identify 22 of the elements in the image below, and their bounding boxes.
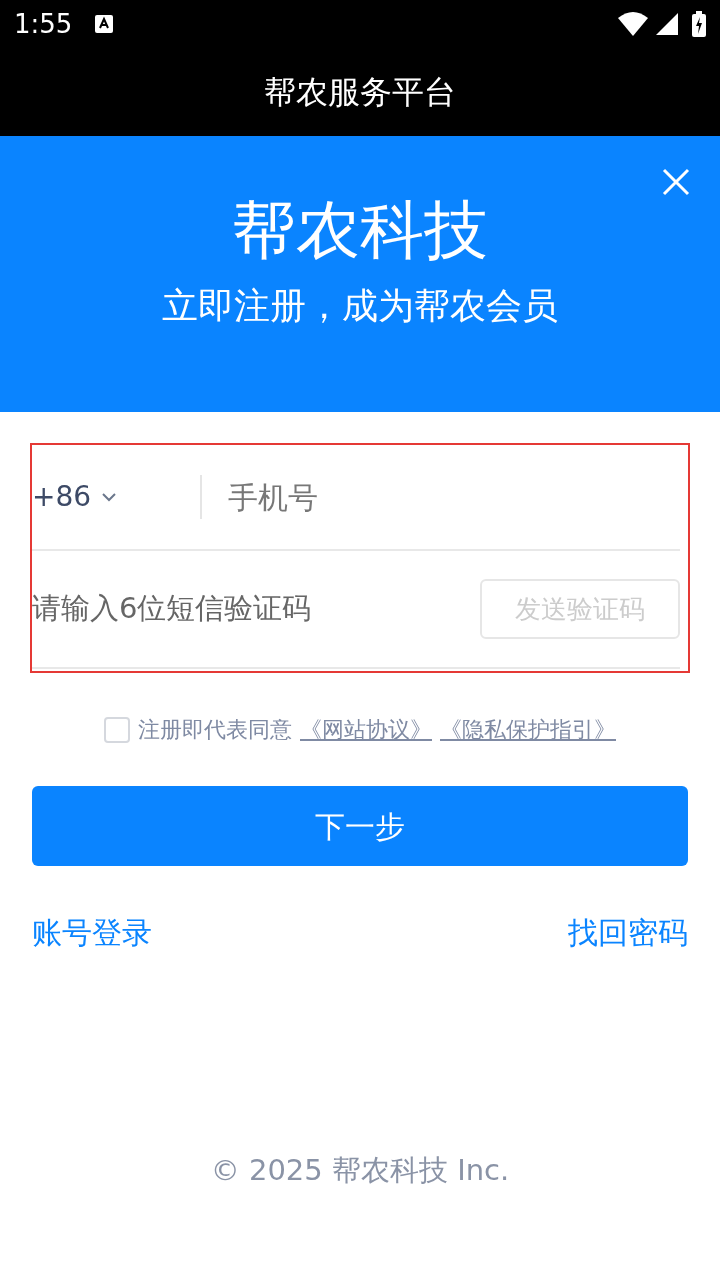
close-icon	[662, 168, 690, 196]
agreement-text: 注册即代表同意	[138, 716, 292, 744]
agreement-checkbox[interactable]	[104, 716, 130, 743]
chevron-down-icon	[101, 492, 118, 502]
app-title: 帮农服务平台	[264, 72, 456, 113]
banner-title: 帮农科技	[232, 198, 488, 262]
verification-code-field[interactable]: 请输入6位短信验证码	[32, 587, 480, 631]
account-login-link[interactable]: 账号登录	[32, 910, 152, 955]
close-button[interactable]	[660, 166, 692, 198]
agreement-link[interactable]: 《隐私保护指引》	[440, 713, 616, 746]
status-time: 1:55	[14, 7, 73, 41]
phone-field[interactable]: 手机号	[228, 474, 680, 520]
battery-icon	[692, 11, 706, 37]
agreement-link[interactable]: 《网站协议》	[300, 713, 432, 746]
next-button[interactable]: 下一步	[32, 786, 688, 866]
copyright-text: © 2025 帮农科技 Inc.	[210, 1151, 510, 1189]
country-code-dropdown[interactable]: +86	[32, 476, 200, 518]
wifi-icon	[618, 12, 648, 36]
keyboard-icon	[94, 14, 115, 34]
recover-password-link[interactable]: 找回密码	[568, 910, 688, 955]
banner-subtitle: 立即注册，成为帮农会员	[162, 288, 558, 324]
signal-icon	[656, 13, 678, 35]
